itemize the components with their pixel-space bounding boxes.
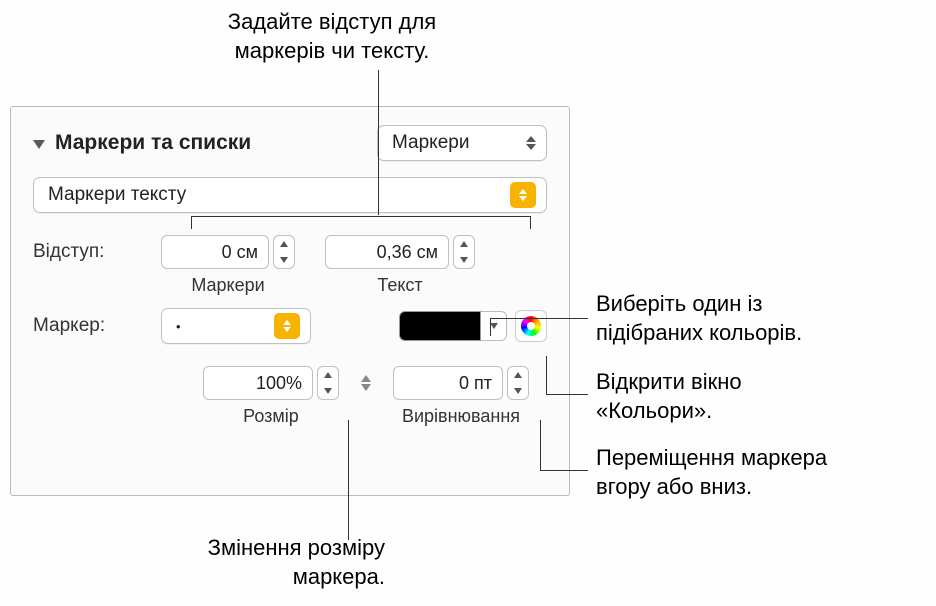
callout-alignment: Переміщення маркера вгору або вниз. <box>596 444 827 501</box>
bullet-type-value: Маркери тексту <box>48 184 186 206</box>
alignment-caption: Вирівнювання <box>402 406 520 427</box>
bullet-type-select[interactable]: Маркери тексту <box>33 177 547 213</box>
callout-color-swatch: Виберіть один із підібраних кольорів. <box>596 290 802 347</box>
size-stepper[interactable]: 100% <box>203 366 339 400</box>
indent-text-stepper[interactable]: 0,36 см <box>325 235 475 269</box>
chevron-updown-icon <box>510 182 536 208</box>
stepper-control-icon[interactable] <box>317 366 339 400</box>
preset-select-value: Маркери <box>392 132 469 154</box>
marker-glyph-value: • <box>176 320 181 333</box>
marker-label: Маркер: <box>33 315 105 336</box>
indent-marker-caption: Маркери <box>191 275 264 296</box>
chevron-updown-icon <box>526 136 536 150</box>
vertical-align-icon <box>357 368 375 398</box>
section-title: Маркери та списки <box>55 131 251 155</box>
color-wheel-button[interactable] <box>515 310 547 342</box>
stepper-control-icon[interactable] <box>273 235 295 269</box>
alignment-stepper[interactable]: 0 пт <box>393 366 529 400</box>
callout-indent: Задайте відступ для маркерів чи тексту. <box>182 8 482 65</box>
disclosure-triangle-icon[interactable] <box>33 140 45 149</box>
chevron-updown-icon <box>274 313 300 339</box>
stepper-control-icon[interactable] <box>453 235 475 269</box>
indent-label: Відступ: <box>33 241 104 262</box>
size-value: 100% <box>256 373 302 394</box>
preset-select[interactable]: Маркери <box>377 125 547 161</box>
color-dropdown-button[interactable] <box>481 311 507 341</box>
size-caption: Розмір <box>243 406 299 427</box>
marker-glyph-select[interactable]: • <box>161 308 311 344</box>
color-wheel-icon <box>521 316 541 336</box>
bullets-lists-panel: Маркери та списки Маркери Маркери тексту… <box>10 106 570 496</box>
stepper-control-icon[interactable] <box>507 366 529 400</box>
indent-text-caption: Текст <box>377 275 422 296</box>
alignment-value: 0 пт <box>459 373 492 394</box>
callout-size: Змінення розміру маркера. <box>135 534 385 591</box>
indent-text-value: 0,36 см <box>377 242 438 263</box>
indent-marker-value: 0 см <box>222 242 258 263</box>
callout-color-wheel: Відкрити вікно «Кольори». <box>596 368 742 425</box>
color-swatch[interactable] <box>399 311 481 341</box>
indent-marker-stepper[interactable]: 0 см <box>161 235 295 269</box>
